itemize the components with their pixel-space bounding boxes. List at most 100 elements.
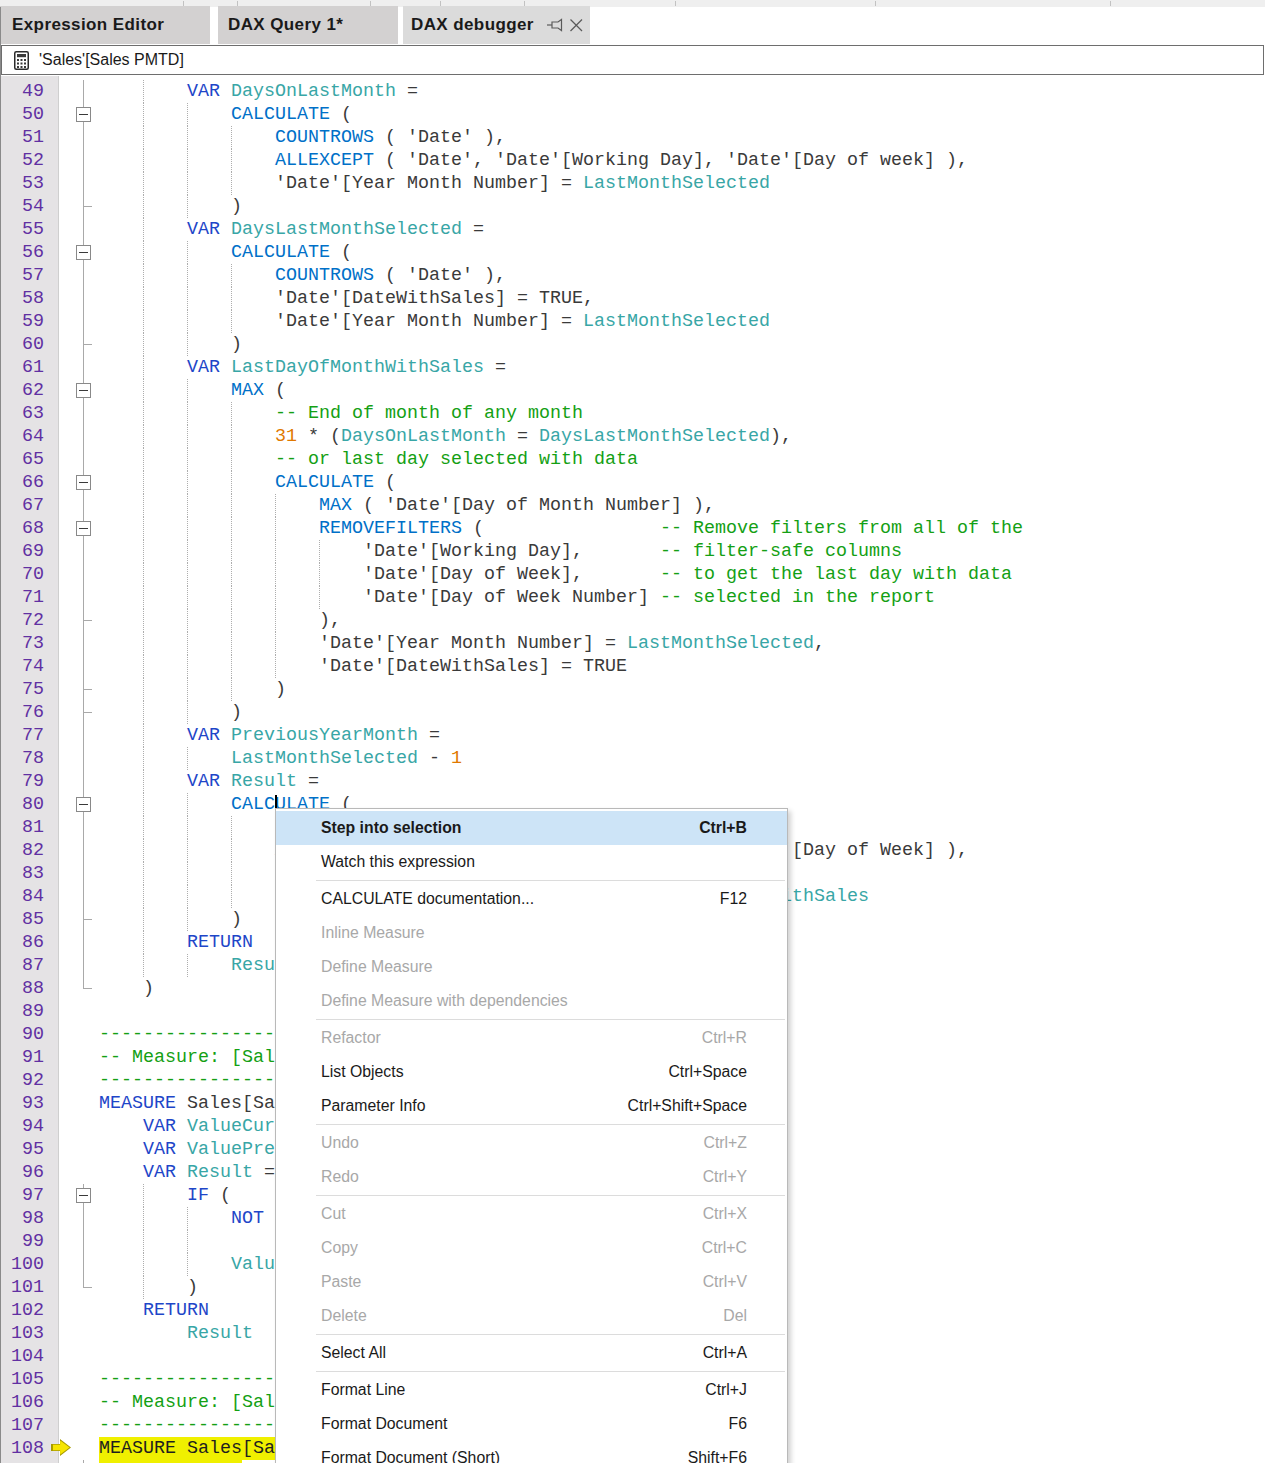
fold-line (84, 988, 92, 989)
menu-separator (276, 879, 787, 882)
menu-item[interactable]: CALCULATE documentation...F12 (276, 882, 787, 916)
code-line[interactable]: 49 VAR DaysOnLastMonth = (0, 80, 1265, 103)
menu-item[interactable]: List ObjectsCtrl+Space (276, 1055, 787, 1089)
code-line[interactable]: 50 CALCULATE ( (0, 103, 1265, 126)
code-line[interactable]: 67 MAX ( 'Date'[Day of Month Number] ), (0, 494, 1265, 517)
fold-collapse-box[interactable] (76, 521, 91, 536)
menu-separator (276, 1018, 787, 1021)
code-text: MAX ( 'Date'[Day of Month Number] ), (99, 494, 715, 517)
menu-separator (276, 1194, 787, 1197)
code-text: VAR DaysLastMonthSelected = (99, 218, 484, 241)
measure-icon (14, 51, 29, 70)
line-number: 69 (0, 540, 44, 563)
menu-item: PasteCtrl+V (276, 1265, 787, 1299)
fold-line (83, 954, 84, 977)
fold-line (83, 931, 84, 954)
code-line[interactable]: 76 ) (0, 701, 1265, 724)
fold-line (84, 620, 92, 621)
menu-item-shortcut: Ctrl+V (703, 1273, 747, 1291)
code-line[interactable]: 71 'Date'[Day of Week Number] -- selecte… (0, 586, 1265, 609)
code-line[interactable]: 54 ) (0, 195, 1265, 218)
fold-minus (79, 804, 88, 805)
code-text: 'Date'[Year Month Number] = LastMonthSel… (99, 632, 825, 655)
menu-item-shortcut: Ctrl+Shift+Space (628, 1097, 747, 1115)
code-line[interactable]: 77 VAR PreviousYearMonth = (0, 724, 1265, 747)
code-line[interactable]: 51 COUNTROWS ( 'Date' ), (0, 126, 1265, 149)
fold-line (83, 885, 84, 908)
code-line[interactable]: 64 31 * (DaysOnLastMonth = DaysLastMonth… (0, 425, 1265, 448)
fold-line (83, 494, 84, 517)
line-number: 55 (0, 218, 44, 241)
line-number: 99 (0, 1230, 44, 1253)
line-number: 56 (0, 241, 44, 264)
line-number: 106 (0, 1391, 44, 1414)
menu-item[interactable]: Format Document (Short)Shift+F6 (276, 1441, 787, 1463)
fold-line (83, 816, 84, 839)
code-line[interactable]: 55 VAR DaysLastMonthSelected = (0, 218, 1265, 241)
code-line[interactable]: 59 'Date'[Year Month Number] = LastMonth… (0, 310, 1265, 333)
tab-expression-editor[interactable]: Expression Editor (0, 6, 210, 44)
code-line[interactable]: 53 'Date'[Year Month Number] = LastMonth… (0, 172, 1265, 195)
fold-line (83, 448, 84, 471)
code-line[interactable]: 75 ) (0, 678, 1265, 701)
code-text: 'Date'[Year Month Number] = LastMonthSel… (99, 172, 770, 195)
menu-item-label: Refactor (321, 1029, 702, 1047)
code-line[interactable]: 60 ) (0, 333, 1265, 356)
code-line[interactable]: 63 -- End of month of any month (0, 402, 1265, 425)
code-text: RETURN (99, 1299, 209, 1322)
line-number: 108 (0, 1437, 44, 1460)
fold-line (83, 839, 84, 862)
code-line[interactable]: 52 ALLEXCEPT ( 'Date', 'Date'[Working Da… (0, 149, 1265, 172)
code-line[interactable]: 62 MAX ( (0, 379, 1265, 402)
menu-item: RefactorCtrl+R (276, 1021, 787, 1055)
fold-collapse-box[interactable] (76, 1188, 91, 1203)
fold-collapse-box[interactable] (76, 107, 91, 122)
menu-item[interactable]: Watch this expression (276, 845, 787, 879)
code-text: VAR Result = (99, 770, 319, 793)
tab-dax-debugger[interactable]: DAX debugger (403, 6, 590, 44)
code-line[interactable]: 61 VAR LastDayOfMonthWithSales = (0, 356, 1265, 379)
menu-item[interactable]: Select AllCtrl+A (276, 1336, 787, 1370)
code-line[interactable]: 73 'Date'[Year Month Number] = LastMonth… (0, 632, 1265, 655)
fold-collapse-box[interactable] (76, 245, 91, 260)
code-line[interactable]: 68 REMOVEFILTERS ( -- Remove filters fro… (0, 517, 1265, 540)
fold-collapse-box[interactable] (76, 383, 91, 398)
code-line[interactable]: 74 'Date'[DateWithSales] = TRUE (0, 655, 1265, 678)
code-text: -- End of month of any month (99, 402, 583, 425)
code-line[interactable]: 70 'Date'[Day of Week], -- to get the la… (0, 563, 1265, 586)
fold-collapse-box[interactable] (76, 797, 91, 812)
code-line[interactable]: 79 VAR Result = (0, 770, 1265, 793)
line-number: 104 (0, 1345, 44, 1368)
line-number: 57 (0, 264, 44, 287)
line-number: 101 (0, 1276, 44, 1299)
tab-dax-query[interactable]: DAX Query 1* (218, 6, 398, 44)
menu-item[interactable]: Step into selectionCtrl+B (276, 811, 787, 845)
fold-line (83, 1253, 84, 1276)
menu-item-label: Select All (321, 1344, 703, 1362)
code-line[interactable]: 78 LastMonthSelected - 1 (0, 747, 1265, 770)
code-line[interactable]: 57 COUNTROWS ( 'Date' ), (0, 264, 1265, 287)
menu-item-shortcut: Ctrl+Z (704, 1134, 747, 1152)
code-line[interactable]: 56 CALCULATE ( (0, 241, 1265, 264)
close-icon[interactable] (568, 17, 585, 33)
code-line[interactable]: 69 'Date'[Working Day], -- filter-safe c… (0, 540, 1265, 563)
menu-item[interactable]: Parameter InfoCtrl+Shift+Space (276, 1089, 787, 1123)
line-number: 58 (0, 287, 44, 310)
line-number: 60 (0, 333, 44, 356)
menu-item[interactable]: Format LineCtrl+J (276, 1373, 787, 1407)
menu-item-shortcut: Ctrl+J (705, 1381, 747, 1399)
line-number: 88 (0, 977, 44, 1000)
fold-line (83, 1207, 84, 1230)
code-line[interactable]: 72 ), (0, 609, 1265, 632)
pin-icon[interactable] (546, 17, 564, 33)
code-line[interactable]: 58 'Date'[DateWithSales] = TRUE, (0, 287, 1265, 310)
code-line[interactable]: 66 CALCULATE ( (0, 471, 1265, 494)
debug-arrow-icon (53, 1441, 70, 1455)
menu-item[interactable]: Format DocumentF6 (276, 1407, 787, 1441)
fold-collapse-box[interactable] (76, 475, 91, 490)
tab-label: Expression Editor (12, 15, 164, 35)
fold-minus (79, 114, 88, 115)
code-line[interactable]: 65 -- or last day selected with data (0, 448, 1265, 471)
menu-item-label: Inline Measure (321, 924, 747, 942)
line-number: 102 (0, 1299, 44, 1322)
